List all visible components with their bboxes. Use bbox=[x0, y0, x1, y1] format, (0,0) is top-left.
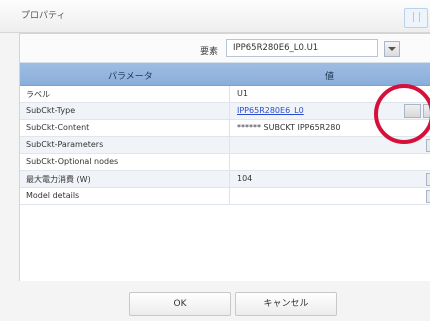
chevron-down-icon bbox=[388, 47, 396, 51]
param-name: SubCkt-Optional nodes bbox=[26, 157, 119, 166]
param-name: Model details bbox=[26, 191, 80, 200]
param-name: SubCkt-Type bbox=[26, 106, 76, 115]
column-header-parameter: パラメータ bbox=[108, 72, 153, 82]
param-value[interactable]: ****** SUBCKT IPP65R280 bbox=[237, 123, 340, 132]
dialog-footer: OK キャンセル bbox=[19, 281, 430, 321]
dialog-title: プロパティ bbox=[21, 11, 66, 21]
properties-dialog: プロパティ 要素 IPP65R280E6_L0.U1 パラメータ 値 ラベル U… bbox=[0, 0, 430, 321]
table-row[interactable]: 最大電力消費 (W) 104 bbox=[20, 171, 430, 188]
grid-header: パラメータ 値 bbox=[20, 63, 430, 86]
param-name: ラベル bbox=[26, 90, 50, 99]
param-name: 最大電力消費 (W) bbox=[26, 175, 91, 184]
param-value[interactable]: 104 bbox=[237, 174, 252, 183]
element-select[interactable]: IPP65R280E6_L0.U1 bbox=[226, 39, 378, 57]
element-dropdown-button[interactable] bbox=[384, 41, 400, 57]
subckt-type-link[interactable]: IPP65R280E6_L0 bbox=[237, 106, 304, 115]
dropdown-button[interactable] bbox=[426, 139, 430, 152]
dropdown-button[interactable] bbox=[426, 173, 430, 186]
cancel-button[interactable]: キャンセル bbox=[235, 292, 337, 316]
table-row[interactable]: ラベル U1 bbox=[20, 86, 430, 103]
table-row[interactable]: Model details bbox=[20, 188, 430, 205]
element-label: 要素 bbox=[200, 47, 219, 57]
ok-button[interactable]: OK bbox=[129, 292, 231, 316]
title-bar: プロパティ bbox=[0, 0, 430, 33]
table-row[interactable]: SubCkt-Content ****** SUBCKT IPP65R280 bbox=[20, 120, 430, 137]
element-row: 要素 IPP65R280E6_L0.U1 bbox=[20, 34, 430, 63]
table-row[interactable]: SubCkt-Type IPP65R280E6_L0 bbox=[20, 103, 430, 120]
table-row[interactable]: SubCkt-Parameters bbox=[20, 137, 430, 154]
properties-panel: 要素 IPP65R280E6_L0.U1 パラメータ 値 ラベル U1 SubC… bbox=[19, 33, 430, 311]
param-value[interactable]: U1 bbox=[237, 89, 248, 98]
param-name: SubCkt-Content bbox=[26, 123, 90, 132]
highlight-circle bbox=[374, 84, 430, 144]
table-row[interactable]: SubCkt-Optional nodes bbox=[20, 154, 430, 171]
element-selected-value: IPP65R280E6_L0.U1 bbox=[233, 43, 319, 53]
details-button[interactable] bbox=[426, 190, 430, 203]
restore-icon[interactable] bbox=[404, 8, 428, 28]
column-header-value: 値 bbox=[325, 72, 335, 82]
param-name: SubCkt-Parameters bbox=[26, 140, 104, 149]
